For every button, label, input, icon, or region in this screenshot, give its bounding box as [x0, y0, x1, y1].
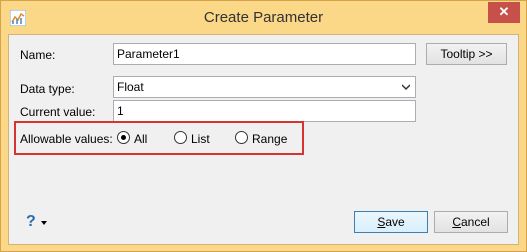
name-input[interactable]: Parameter1	[113, 43, 416, 65]
create-parameter-dialog: Create Parameter ✕ Name: Parameter1 Tool…	[0, 0, 527, 252]
radio-range-label[interactable]: Range	[252, 132, 287, 146]
dialog-body: Name: Parameter1 Tooltip >> Data type: F…	[8, 34, 519, 245]
cancel-button[interactable]: Cancel	[434, 211, 508, 233]
chevron-down-icon	[402, 84, 410, 91]
radio-selected-dot	[121, 135, 126, 140]
radio-all-label[interactable]: All	[134, 132, 147, 146]
save-button[interactable]: Save	[354, 211, 428, 233]
radio-range[interactable]	[235, 131, 248, 144]
radio-all[interactable]	[117, 131, 130, 144]
name-label: Name:	[20, 48, 56, 62]
save-button-label: ave	[385, 215, 405, 229]
close-button[interactable]: ✕	[488, 2, 520, 23]
title-bar[interactable]: Create Parameter ✕	[1, 1, 526, 34]
help-button[interactable]: ?	[26, 213, 56, 233]
cancel-button-label: ancel	[460, 215, 490, 229]
data-type-select[interactable]: Float	[113, 76, 416, 98]
allowable-values-label: Allowable values:	[20, 132, 113, 146]
caret-down-icon	[41, 221, 47, 225]
help-icon: ?	[26, 213, 36, 230]
current-value-label: Current value:	[20, 105, 96, 119]
radio-list[interactable]	[174, 131, 187, 144]
data-type-value: Float	[117, 80, 144, 94]
dialog-title: Create Parameter	[203, 9, 324, 26]
radio-list-label[interactable]: List	[191, 132, 210, 146]
current-value-input[interactable]: 1	[113, 100, 416, 122]
tooltip-button[interactable]: Tooltip >>	[426, 43, 507, 65]
cancel-button-mnemonic: C	[452, 215, 461, 229]
data-type-label: Data type:	[20, 82, 75, 96]
